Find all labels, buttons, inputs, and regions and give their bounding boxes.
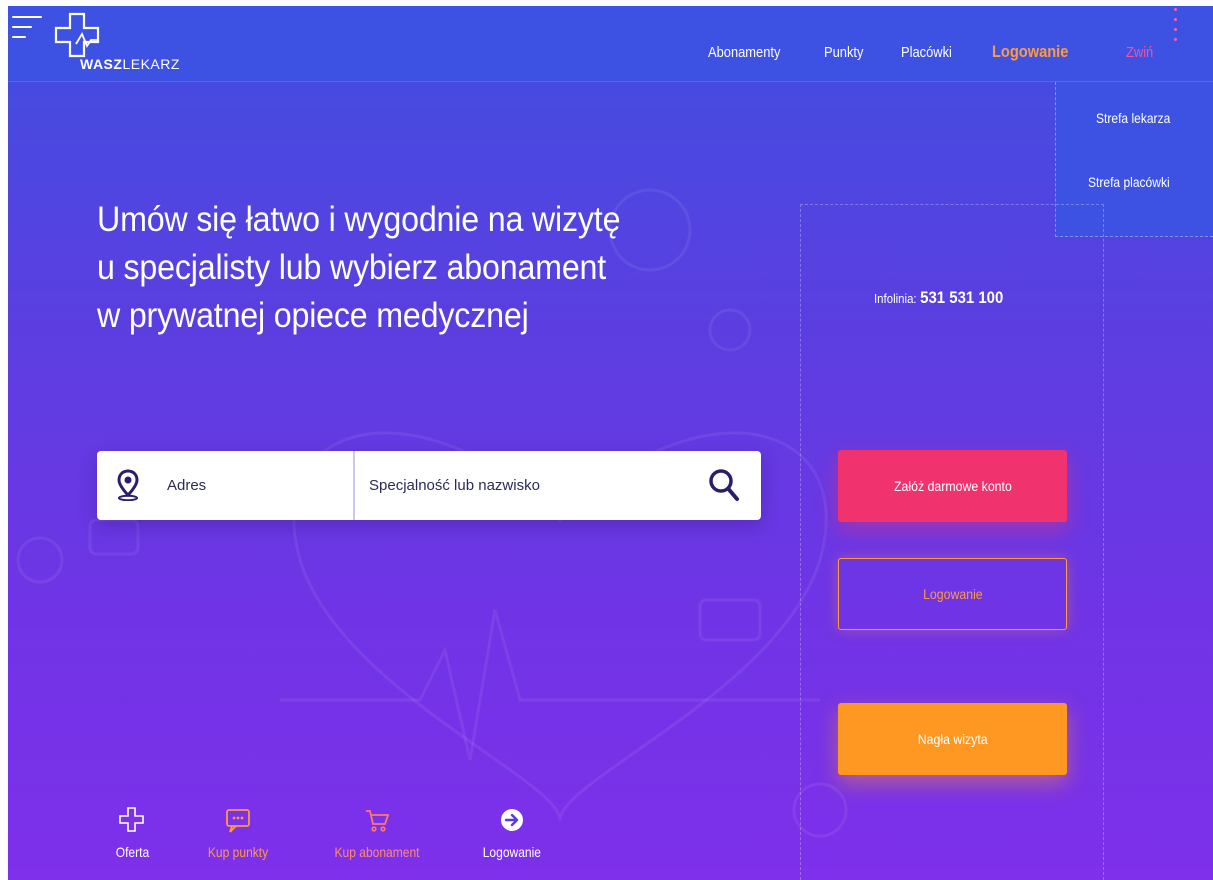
hero-title-line: w prywatnej opiece medycznej — [97, 296, 529, 335]
urgent-visit-button[interactable]: Nagła wizyta — [838, 703, 1067, 775]
specialty-input[interactable] — [369, 469, 669, 501]
quick-link-label: Logowanie — [482, 844, 542, 860]
medical-cross-icon — [119, 807, 144, 832]
menu-item-doctor-zone[interactable]: Strefa lekarza — [1096, 110, 1170, 126]
quick-link-label: Kup abonament — [334, 844, 420, 860]
window-left-edge — [0, 0, 8, 880]
quick-link-offer[interactable]: Oferta — [77, 806, 187, 862]
quick-link-label: Kup punkty — [207, 844, 269, 860]
login-arrow-icon — [501, 809, 523, 831]
shopping-cart-icon — [366, 810, 390, 832]
quick-link-buy-subscription[interactable]: Kup abonament — [322, 806, 432, 862]
hamburger-menu-icon[interactable] — [12, 16, 42, 46]
search-icon[interactable] — [707, 467, 741, 503]
nav-abonamenty[interactable]: Abonamenty — [708, 44, 780, 61]
hero-title-line: u specjalisty lub wybierz abonament — [97, 248, 607, 287]
nav-collapse[interactable]: Zwiń — [1126, 44, 1153, 61]
nav-punkty[interactable]: Punkty — [824, 44, 863, 61]
search-divider — [353, 451, 355, 520]
infoline-label: Infolinia: — [874, 291, 917, 306]
nav-logowanie[interactable]: Logowanie — [992, 42, 1068, 62]
chat-dots-icon — [226, 809, 250, 833]
logo-wordmark: WASZLEKARZ — [80, 56, 180, 72]
logo[interactable]: WASZLEKARZ — [50, 10, 190, 80]
hero-title: Umów się łatwo i wygodnie na wizytę u sp… — [97, 196, 717, 340]
menu-item-clinic-zone[interactable]: Strefa placówki — [1088, 174, 1170, 190]
login-button[interactable]: Logowanie — [838, 558, 1067, 630]
nav-placowki[interactable]: Placówki — [901, 44, 952, 61]
quick-link-label: Oferta — [115, 844, 149, 860]
quick-link-buy-points[interactable]: Kup punkty — [183, 806, 293, 862]
search-bar — [97, 451, 761, 520]
quick-link-login[interactable]: Logowanie — [457, 806, 567, 862]
register-button[interactable]: Załóż darmowe konto — [838, 450, 1067, 522]
infoline: Infolinia: 531 531 100 — [874, 288, 1003, 308]
address-input[interactable] — [167, 469, 337, 501]
top-header: WASZLEKARZ Abonamenty Punkty Placówki Lo… — [8, 6, 1213, 82]
infoline-number[interactable]: 531 531 100 — [920, 288, 1003, 307]
location-pin-icon — [117, 469, 139, 501]
more-options-icon[interactable] — [1172, 8, 1180, 48]
hero-title-line: Umów się łatwo i wygodnie na wizytę — [97, 200, 621, 239]
